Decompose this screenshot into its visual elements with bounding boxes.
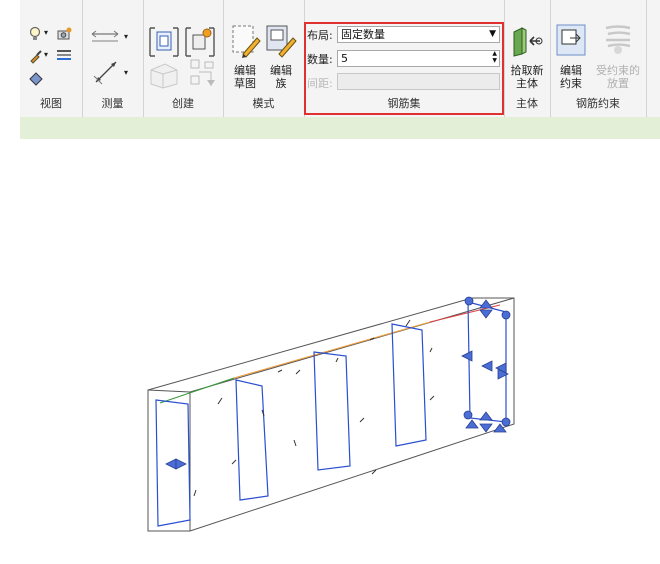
pick-host-label-1: 拾取新 <box>510 64 544 77</box>
spinner-arrows-icon[interactable]: ▲ ▼ <box>492 50 497 64</box>
constrained-placement-icon <box>602 24 636 59</box>
bulb-icon[interactable] <box>28 26 42 45</box>
edit-constraint-label-1: 编辑 <box>560 64 582 77</box>
edit-family-label-1: 编辑 <box>270 64 292 77</box>
ribbon-status-band <box>20 117 660 139</box>
grip-handle[interactable] <box>464 296 474 306</box>
arrow-grip[interactable] <box>479 309 493 319</box>
panel-measure: ▾ ▾ 测量 <box>82 0 144 117</box>
panel-title-host: 主体 <box>516 97 538 110</box>
arrow-grip[interactable] <box>165 458 177 470</box>
filter-icon[interactable] <box>56 48 72 67</box>
edit-sketch-label-1: 编辑 <box>234 64 256 77</box>
dropdown-arrow-icon[interactable]: ▾ <box>44 28 48 37</box>
pick-host-label-2: 主体 <box>516 77 538 90</box>
edit-sketch-icon[interactable] <box>231 24 261 61</box>
panel-title-rebar-constraint: 钢筋约束 <box>576 97 620 110</box>
measure-distance-icon[interactable] <box>90 30 120 47</box>
grip-handle[interactable] <box>463 410 473 420</box>
eraser-icon[interactable] <box>28 70 44 89</box>
create-component-icon[interactable] <box>183 26 217 61</box>
panel-rebar-set: 布局: 固定数量 ▼ 数量: 5 ▲ ▼ 间距: 钢筋集 <box>304 0 505 117</box>
panel-mode: 编辑 草图 编辑 族 模式 <box>223 0 305 117</box>
green-edge-line <box>159 377 235 404</box>
dropdown-arrow-icon[interactable]: ▾ <box>124 32 128 41</box>
similar-icon[interactable] <box>147 60 181 93</box>
camera-icon[interactable] <box>56 26 72 45</box>
panel-title-view: 视图 <box>40 97 62 110</box>
dimension-icon[interactable] <box>92 58 120 89</box>
arrow-grip[interactable] <box>479 299 493 309</box>
spacing-label: 间距: <box>307 77 333 90</box>
dropdown-arrow-icon[interactable]: ▾ <box>124 68 128 77</box>
arrow-grip[interactable] <box>479 423 493 433</box>
arrow-grip[interactable] <box>175 458 187 470</box>
edit-family-label-2: 族 <box>275 77 287 90</box>
layout-label: 布局: <box>307 29 333 42</box>
array-icon[interactable] <box>187 58 217 93</box>
quantity-value: 5 <box>341 52 348 65</box>
stirrup-3[interactable] <box>313 351 351 471</box>
quantity-stepper[interactable]: 5 ▲ ▼ <box>337 50 500 67</box>
spacing-field <box>337 73 500 90</box>
brush-icon[interactable] <box>28 48 44 67</box>
arrow-grip[interactable] <box>465 419 479 429</box>
grip-handle[interactable] <box>501 417 511 427</box>
stirrup-5[interactable] <box>467 301 507 423</box>
model-viewport[interactable] <box>0 139 660 564</box>
rebar-stirrups[interactable] <box>155 301 507 527</box>
rebar-hooks <box>193 319 435 497</box>
stirrup-2[interactable] <box>235 379 269 501</box>
chevron-down-icon[interactable]: ▼ <box>489 27 496 42</box>
panel-create: 创建 <box>143 0 224 117</box>
panel-view: ▾ ▾ 视图 <box>20 0 83 117</box>
panel-title-mode: 模式 <box>252 97 275 110</box>
stirrup-4[interactable] <box>391 323 427 447</box>
beam-wireframe <box>147 297 515 532</box>
pick-host-icon[interactable] <box>510 26 544 61</box>
edit-constraint-icon[interactable] <box>556 24 586 59</box>
panel-host: 拾取新 主体 主体 <box>504 0 551 117</box>
constrained-placement-label-1: 受约束的 <box>596 64 640 77</box>
orange-edge-line <box>233 321 431 379</box>
edit-sketch-label-2: 草图 <box>234 77 256 90</box>
layout-select-value: 固定数量 <box>341 28 385 41</box>
arrow-grip[interactable] <box>461 350 473 362</box>
panel-title-create: 创建 <box>172 97 194 110</box>
dropdown-arrow-icon[interactable]: ▾ <box>44 50 48 59</box>
arrow-grip[interactable] <box>479 411 493 421</box>
layout-select[interactable]: 固定数量 ▼ <box>337 26 500 43</box>
arrow-grip[interactable] <box>481 360 493 372</box>
edit-constraint-label-2: 约束 <box>560 77 582 90</box>
panel-title-rebar-set: 钢筋集 <box>387 97 421 110</box>
panel-rebar-constraint: 编辑 约束 受约束的 放置 钢筋约束 <box>550 0 647 117</box>
group-icon[interactable] <box>147 26 181 61</box>
quantity-label: 数量: <box>307 53 333 66</box>
panel-title-measure: 测量 <box>101 97 124 110</box>
edit-family-icon[interactable] <box>265 24 297 61</box>
constrained-placement-label-2: 放置 <box>607 77 629 90</box>
grip-handle[interactable] <box>501 310 511 320</box>
